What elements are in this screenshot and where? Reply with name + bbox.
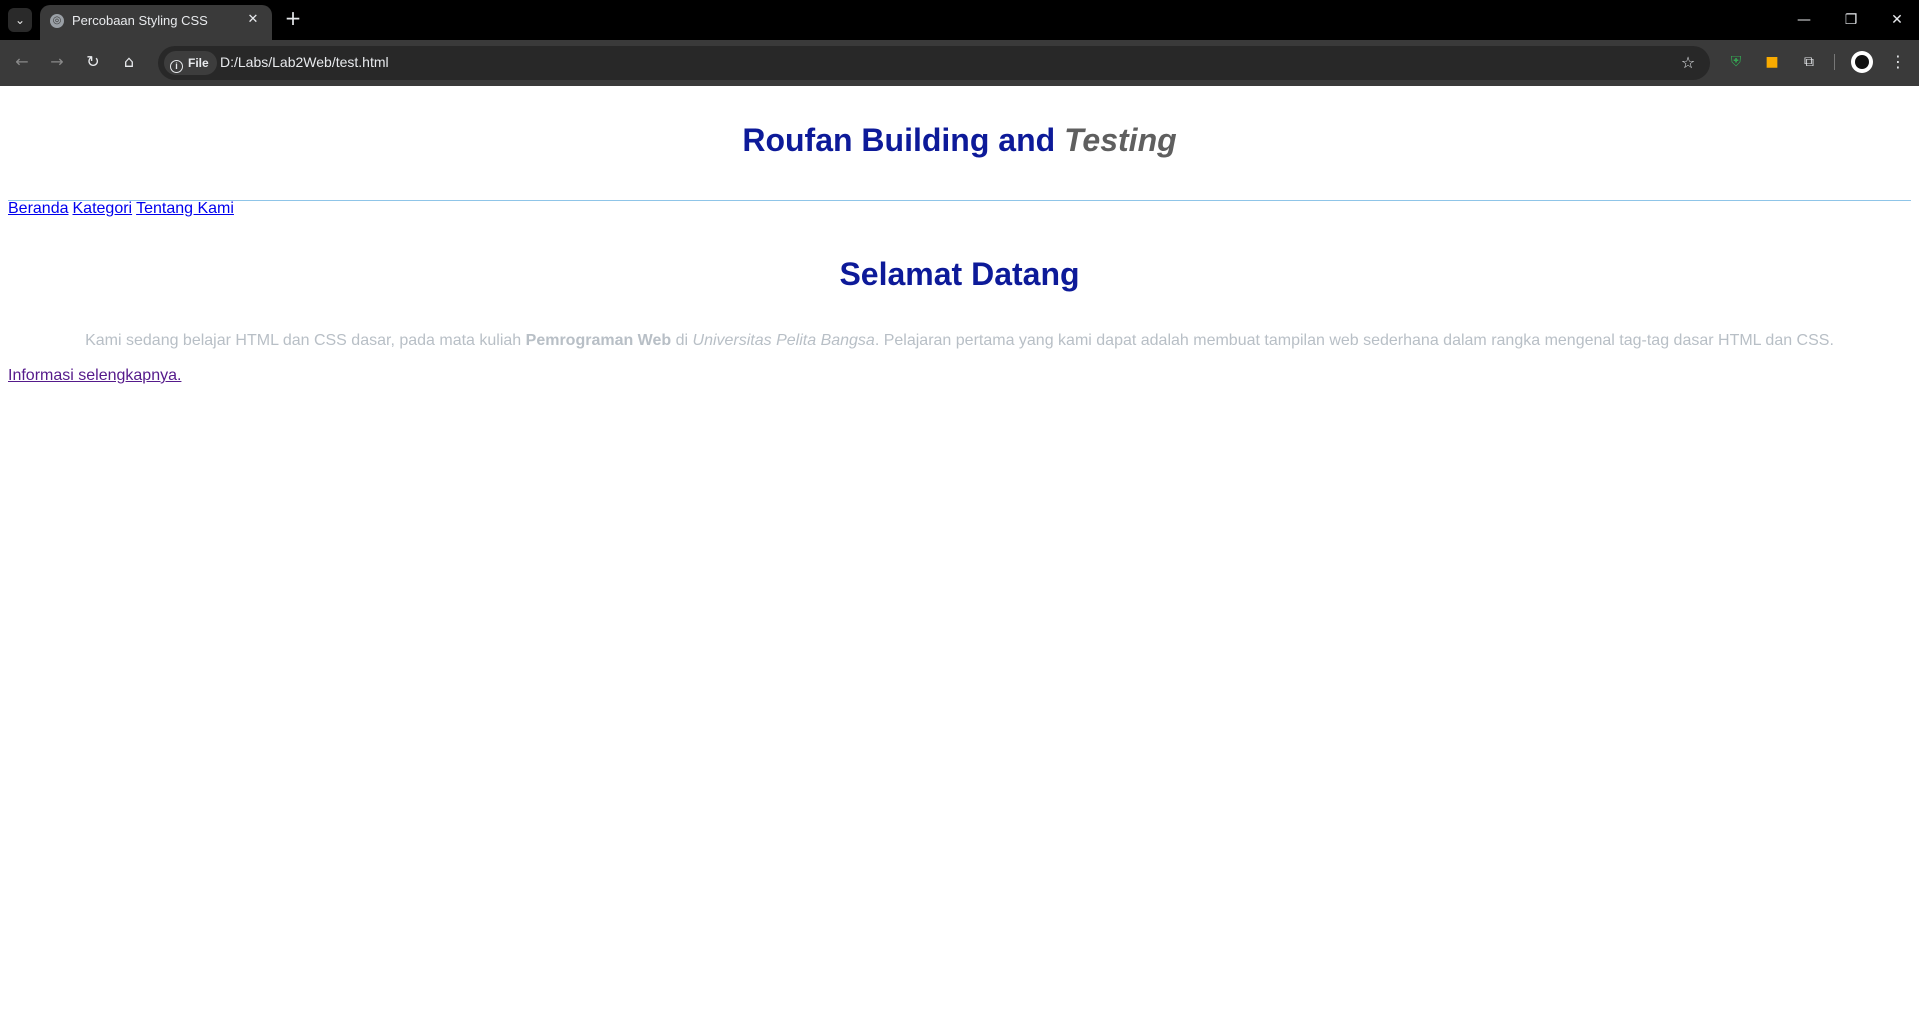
para-text-2: di <box>671 332 693 349</box>
tab-bar: ⌄ ◎ Percobaan Styling CSS ✕ + — ❐ ✕ <box>0 0 1919 40</box>
site-info-chip[interactable]: i File <box>164 51 217 75</box>
minimize-icon[interactable]: — <box>1789 6 1819 34</box>
reload-icon[interactable]: ↻ <box>79 48 107 76</box>
toolbar-divider <box>1834 54 1835 70</box>
chip-label: File <box>188 56 209 70</box>
shield-extension-icon[interactable]: ⛨ <box>1724 50 1748 74</box>
url-text[interactable]: D:/Labs/Lab2Web/test.html <box>220 54 389 70</box>
close-tab-icon[interactable]: ✕ <box>244 11 262 29</box>
intro-paragraph: Kami sedang belajar HTML dan CSS dasar, … <box>0 332 1919 350</box>
kebab-menu-icon[interactable]: ⋮ <box>1886 50 1910 74</box>
site-title: Roufan Building and Testing <box>0 122 1919 159</box>
para-text-1: Kami sedang belajar HTML dan CSS dasar, … <box>85 332 526 349</box>
welcome-heading: Selamat Datang <box>839 256 1080 292</box>
web-page: Roufan Building and Testing Beranda Kateg… <box>0 86 1919 1035</box>
close-window-icon[interactable]: ✕ <box>1882 6 1912 34</box>
more-info-link[interactable]: Informasi selengkapnya. <box>8 367 181 385</box>
lock-extension-icon[interactable]: ■ <box>1760 50 1784 74</box>
home-icon[interactable]: ⌂ <box>115 48 143 76</box>
address-bar[interactable]: i File D:/Labs/Lab2Web/test.html ☆ <box>158 46 1710 80</box>
site-title-main: Roufan Building and <box>742 122 1056 158</box>
main-nav: Beranda Kategori Tentang Kami <box>8 200 238 218</box>
info-icon: i <box>170 60 183 73</box>
para-bold: Pemrograman Web <box>525 332 672 349</box>
nav-link-beranda[interactable]: Beranda <box>8 200 69 217</box>
bookmark-star-icon[interactable]: ☆ <box>1676 51 1700 75</box>
forward-icon[interactable]: → <box>43 48 71 76</box>
globe-icon: ◎ <box>50 14 64 28</box>
tab-title: Percobaan Styling CSS <box>72 13 208 28</box>
extensions-puzzle-icon[interactable]: ⧉ <box>1797 50 1821 74</box>
profile-avatar[interactable] <box>1851 51 1873 73</box>
active-tab[interactable]: ◎ Percobaan Styling CSS ✕ <box>40 5 272 40</box>
horizontal-rule <box>8 200 1911 201</box>
nav-link-kategori[interactable]: Kategori <box>73 200 133 217</box>
para-text-3: . Pelajaran pertama yang kami dapat adal… <box>874 332 1834 349</box>
new-tab-button[interactable]: + <box>282 7 304 29</box>
browser-toolbar: ← → ↻ ⌂ i File D:/Labs/Lab2Web/test.html … <box>0 40 1919 86</box>
restore-icon[interactable]: ❐ <box>1836 6 1866 34</box>
back-icon[interactable]: ← <box>8 48 36 76</box>
browser-chrome: ⌄ ◎ Percobaan Styling CSS ✕ + — ❐ ✕ ← → … <box>0 0 1919 86</box>
site-title-emphasis: Testing <box>1064 122 1177 158</box>
para-italic: Universitas Pelita Bangsa <box>692 332 875 349</box>
nav-link-tentang-kami[interactable]: Tentang Kami <box>136 200 234 217</box>
tab-search-chevron-icon[interactable]: ⌄ <box>8 8 32 32</box>
